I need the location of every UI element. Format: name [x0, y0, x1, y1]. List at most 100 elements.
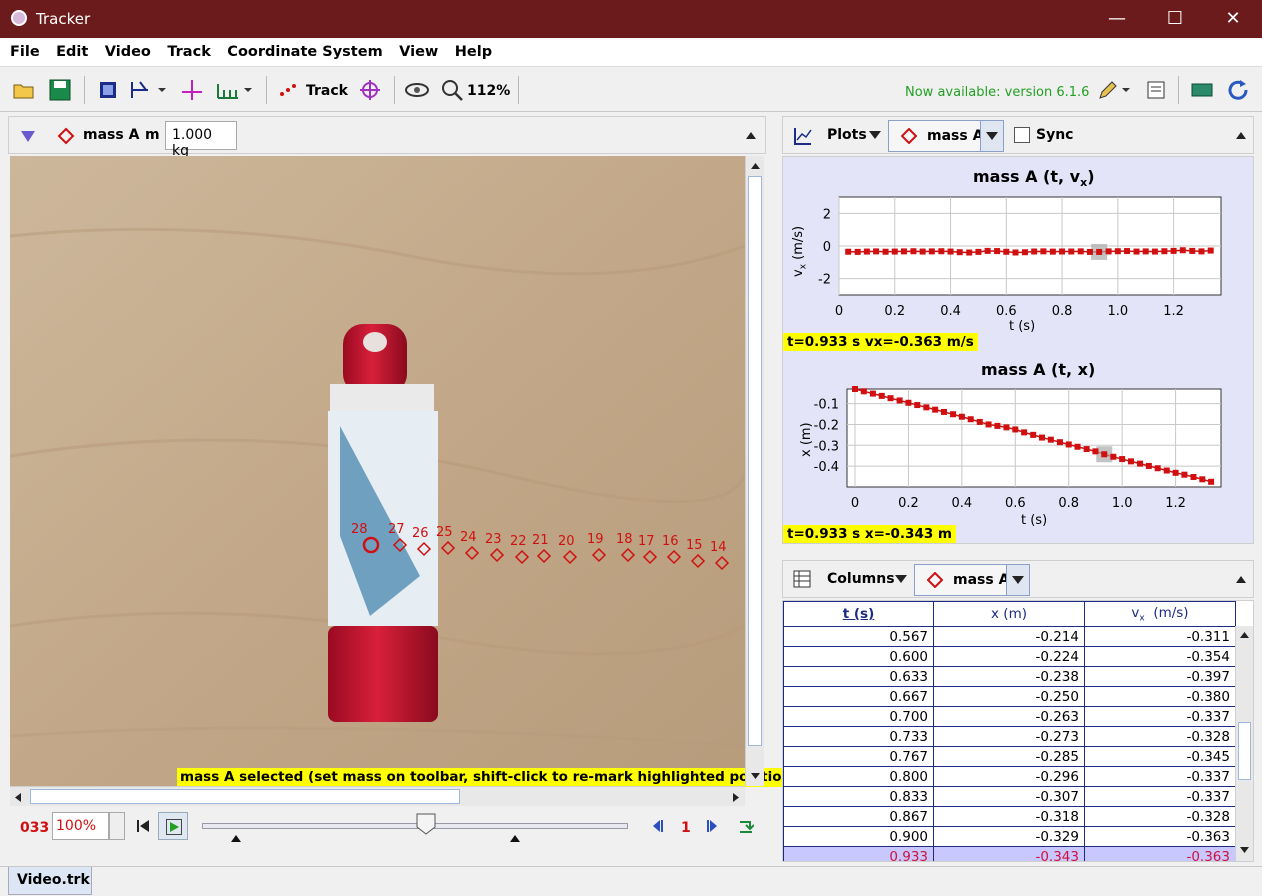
cell-t[interactable]: 0.733 — [783, 726, 934, 747]
cell-x[interactable]: -0.285 — [933, 746, 1085, 767]
scroll-up-icon[interactable] — [750, 162, 761, 170]
loop-icon[interactable] — [738, 818, 754, 834]
play-button[interactable] — [158, 812, 188, 840]
cell-t[interactable]: 0.633 — [783, 666, 934, 687]
table-row[interactable]: 0.700 -0.263 -0.337 — [783, 706, 1236, 727]
sync-checkbox[interactable] — [1014, 127, 1030, 143]
reset-icon[interactable] — [136, 818, 150, 834]
step-size[interactable]: 1 — [681, 820, 691, 836]
start-marker-icon[interactable] — [231, 834, 241, 842]
cell-vx[interactable]: -0.345 — [1084, 746, 1236, 767]
collapse-icon[interactable] — [1235, 130, 1247, 140]
dropdown-arrow[interactable] — [1006, 565, 1029, 595]
minimize-button[interactable]: — — [1088, 0, 1146, 38]
cell-t[interactable]: 0.900 — [783, 826, 934, 847]
dropdown-arrow[interactable] — [980, 121, 1003, 151]
columns-menu-button[interactable]: Columns — [827, 571, 895, 587]
step-forward-icon[interactable] — [705, 819, 719, 833]
table-row[interactable]: 0.900 -0.329 -0.363 — [783, 826, 1236, 847]
save-icon[interactable] — [48, 78, 72, 102]
table-row[interactable]: 0.667 -0.250 -0.380 — [783, 686, 1236, 707]
collapse-icon[interactable] — [1235, 574, 1247, 584]
track-selector-icon[interactable] — [19, 127, 37, 145]
cell-t[interactable]: 0.700 — [783, 706, 934, 727]
refresh-icon[interactable] — [1226, 78, 1250, 102]
tab-video-trk[interactable]: Video.trk — [8, 867, 92, 895]
table-row[interactable]: 0.867 -0.318 -0.328 — [783, 806, 1236, 827]
chevron-down-icon[interactable] — [869, 131, 881, 139]
columns-track-dropdown[interactable]: mass A — [914, 564, 1030, 596]
rate-field[interactable]: 100% — [52, 812, 109, 840]
cell-vx[interactable]: -0.337 — [1084, 706, 1236, 727]
chevron-down-icon[interactable] — [895, 575, 907, 583]
memory-icon[interactable] — [1190, 78, 1214, 102]
table-row[interactable]: 0.767 -0.285 -0.345 — [783, 746, 1236, 767]
cell-vx[interactable]: -0.380 — [1084, 686, 1236, 707]
zoom-icon[interactable] — [440, 78, 464, 102]
cell-x[interactable]: -0.238 — [933, 666, 1085, 687]
menu-video[interactable]: Video — [95, 38, 151, 60]
cell-t[interactable]: 0.933 — [783, 846, 934, 861]
cell-x[interactable]: -0.250 — [933, 686, 1085, 707]
menu-edit[interactable]: Edit — [46, 38, 88, 60]
cell-vx[interactable]: -0.363 — [1084, 846, 1236, 861]
cell-x[interactable]: -0.263 — [933, 706, 1085, 727]
cell-vx[interactable]: -0.363 — [1084, 826, 1236, 847]
cell-vx[interactable]: -0.328 — [1084, 806, 1236, 827]
vertical-scroll-thumb[interactable] — [748, 176, 762, 746]
cell-t[interactable]: 0.600 — [783, 646, 934, 667]
video-vertical-scrollbar[interactable] — [745, 156, 764, 786]
plots-menu-button[interactable]: Plots — [827, 127, 867, 143]
column-header-vx[interactable]: vx (m/s) — [1084, 601, 1236, 627]
notes-icon[interactable] — [1146, 78, 1166, 102]
calibration-tools-icon[interactable] — [128, 78, 168, 102]
cell-x[interactable]: -0.214 — [933, 626, 1085, 647]
frame-slider-track[interactable] — [202, 823, 628, 829]
table-row[interactable]: 0.733 -0.273 -0.328 — [783, 726, 1236, 747]
video-view[interactable]: 28 27 26 25 24 23 22 21 20 19 18 17 16 15 14 — [10, 156, 745, 786]
scroll-down-icon[interactable] — [1239, 846, 1250, 854]
update-notice[interactable]: Now available: version 6.1.6 — [905, 85, 1089, 109]
plot1-chart[interactable]: 0 0.2 0.4 0.6 0.8 1.0 1.2 2 0 -2 — [783, 157, 1253, 337]
step-back-icon[interactable] — [651, 819, 665, 833]
cell-vx[interactable]: -0.337 — [1084, 786, 1236, 807]
menu-coordinate-system[interactable]: Coordinate System — [217, 38, 382, 60]
cell-x[interactable]: -0.343 — [933, 846, 1085, 861]
frame-number[interactable]: 033 — [20, 820, 49, 836]
cell-vx[interactable]: -0.328 — [1084, 726, 1236, 747]
end-marker-icon[interactable] — [510, 834, 520, 842]
menu-file[interactable]: File — [0, 38, 40, 60]
collapse-icon[interactable] — [745, 130, 757, 140]
cell-x[interactable]: -0.307 — [933, 786, 1085, 807]
plots-track-dropdown[interactable]: mass A — [888, 120, 1004, 152]
mass-field[interactable]: 1.000 kg — [165, 121, 237, 159]
cell-t[interactable]: 0.867 — [783, 806, 934, 827]
open-folder-icon[interactable] — [12, 78, 36, 102]
cell-x[interactable]: -0.296 — [933, 766, 1085, 787]
table-scrollbar[interactable] — [1235, 626, 1253, 861]
cell-vx[interactable]: -0.337 — [1084, 766, 1236, 787]
table-row[interactable]: 0.633 -0.238 -0.397 — [783, 666, 1236, 687]
scroll-down-icon[interactable] — [750, 772, 761, 780]
zoom-level[interactable]: 112% — [467, 83, 510, 107]
menu-view[interactable]: View — [389, 38, 438, 60]
column-header-t[interactable]: t (s) — [783, 601, 934, 627]
scroll-right-icon[interactable] — [732, 792, 740, 803]
cell-vx[interactable]: -0.311 — [1084, 626, 1236, 647]
track-menu-button[interactable]: Track — [306, 83, 348, 107]
video-clip-icon[interactable] — [96, 78, 120, 102]
axes-icon[interactable] — [180, 78, 204, 102]
frame-slider-thumb[interactable] — [416, 813, 436, 835]
table-row[interactable]: 0.800 -0.296 -0.337 — [783, 766, 1236, 787]
rate-spinner[interactable] — [109, 812, 125, 840]
column-header-x[interactable]: x (m) — [933, 601, 1085, 627]
cell-t[interactable]: 0.567 — [783, 626, 934, 647]
menu-help[interactable]: Help — [445, 38, 492, 60]
visibility-eye-icon[interactable] — [404, 78, 430, 102]
maximize-button[interactable]: ☐ — [1146, 0, 1204, 38]
cell-x[interactable]: -0.318 — [933, 806, 1085, 827]
table-row[interactable]: 0.567 -0.214 -0.311 — [783, 626, 1236, 647]
pencil-icon[interactable] — [1096, 78, 1132, 102]
menu-track[interactable]: Track — [157, 38, 210, 60]
close-button[interactable]: ✕ — [1204, 0, 1262, 38]
